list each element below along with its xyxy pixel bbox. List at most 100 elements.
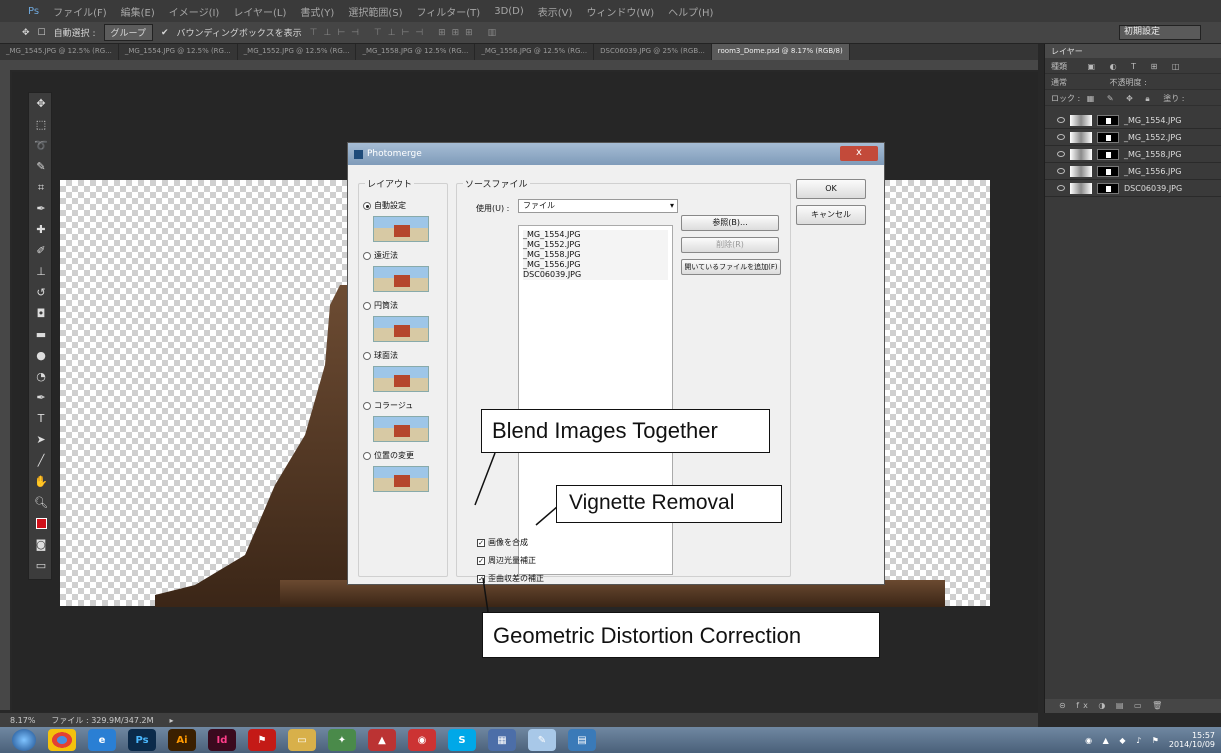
illustrator-app-icon[interactable]: Ai: [168, 729, 196, 751]
gradient-icon[interactable]: ▬: [29, 324, 53, 345]
explorer-icon[interactable]: ▭: [288, 729, 316, 751]
distortion-correction-checkbox[interactable]: ✓ 歪曲収差の補正: [477, 573, 544, 584]
layer-mask-thumbnail[interactable]: [1097, 165, 1119, 177]
remove-button[interactable]: 削除(R): [681, 237, 779, 253]
dodge-tool-icon[interactable]: ◔: [29, 366, 53, 387]
doc-tab[interactable]: DSC06039.JPG @ 25% (RGB...: [594, 44, 712, 60]
layer-row[interactable]: _MG_1558.JPG: [1045, 146, 1221, 163]
visibility-eye-icon[interactable]: [1057, 151, 1065, 157]
use-dropdown[interactable]: ファイル: [518, 199, 678, 213]
radio-icon[interactable]: [363, 451, 371, 460]
bbox-checkbox[interactable]: ✔: [161, 28, 169, 38]
dialog-titlebar[interactable]: Photomerge x: [348, 143, 884, 165]
radio-icon[interactable]: [363, 351, 371, 360]
visibility-eye-icon[interactable]: [1057, 117, 1065, 123]
quick-select-icon[interactable]: ✎: [29, 156, 53, 177]
layout-collage-preview[interactable]: [373, 416, 429, 442]
kind-filter[interactable]: 種類: [1051, 62, 1067, 71]
visibility-eye-icon[interactable]: [1057, 185, 1065, 191]
auto-select-dropdown[interactable]: グループ: [103, 24, 153, 41]
blur-tool-icon[interactable]: ●: [29, 345, 53, 366]
screen-mode-icon[interactable]: ▭: [29, 555, 53, 576]
layer-mask-thumbnail[interactable]: [1097, 182, 1119, 194]
menu-item[interactable]: ヘルプ(H): [668, 4, 713, 19]
doc-tab[interactable]: _MG_1552.JPG @ 12.5% (RG...: [238, 44, 357, 60]
quick-mask-icon[interactable]: ◙: [29, 534, 53, 555]
layout-perspective-preview[interactable]: [373, 266, 429, 292]
hand-tool-icon[interactable]: ✋: [29, 471, 53, 492]
visibility-eye-icon[interactable]: [1057, 168, 1065, 174]
radio-icon[interactable]: [363, 301, 371, 310]
ok-button[interactable]: OK: [796, 179, 866, 199]
vignette-removal-checkbox[interactable]: ✓ 周辺光量補正: [477, 555, 536, 566]
stamp-tool-icon[interactable]: ⊥: [29, 261, 53, 282]
layout-reposition-radio[interactable]: 位置の変更: [363, 450, 414, 461]
menu-item[interactable]: 表示(V): [538, 4, 573, 19]
zoom-level[interactable]: 8.17%: [10, 716, 35, 725]
doc-tab-active[interactable]: room3_Dome.psd @ 8.17% (RGB/8): [711, 44, 850, 60]
add-open-files-button[interactable]: 開いているファイルを追加(F): [681, 259, 781, 275]
menu-item[interactable]: ファイル(F): [53, 4, 107, 19]
layout-collage-radio[interactable]: コラージュ: [363, 400, 413, 411]
blend-mode[interactable]: 通常: [1051, 78, 1067, 87]
menu-item[interactable]: 3D(D): [494, 6, 524, 17]
paint-icon[interactable]: ✎: [528, 729, 556, 751]
brush-tool-icon[interactable]: ✐: [29, 240, 53, 261]
filter-icons[interactable]: ▣ ◐ T ⊞ ◫: [1088, 62, 1186, 71]
history-brush-icon[interactable]: ↺: [29, 282, 53, 303]
doc-tab[interactable]: _MG_1545.JPG @ 12.5% (RG...: [0, 44, 119, 60]
workspace-dropdown[interactable]: 初期設定: [1119, 25, 1201, 40]
indesign-app-icon[interactable]: Id: [208, 729, 236, 751]
file-list-item[interactable]: _MG_1552.JPG: [523, 240, 668, 250]
pen-tool-icon[interactable]: ✒: [29, 387, 53, 408]
radio-icon[interactable]: [363, 401, 371, 410]
file-list-item[interactable]: _MG_1558.JPG: [523, 250, 668, 260]
app-icon[interactable]: ◉: [408, 729, 436, 751]
app-icon[interactable]: ✦: [328, 729, 356, 751]
align-icons[interactable]: ⊤⊥⊢⊣ ⊤⊥⊢⊣ ⊞⊞⊞ ▥: [310, 28, 502, 38]
checkbox-checked-icon[interactable]: ✓: [477, 574, 485, 583]
layers-panel-title[interactable]: レイヤー: [1045, 44, 1221, 58]
layout-reposition-preview[interactable]: [373, 466, 429, 492]
doc-tab[interactable]: _MG_1556.JPG @ 12.5% (RG...: [475, 44, 595, 60]
layer-mask-thumbnail[interactable]: [1097, 114, 1119, 126]
checkbox-checked-icon[interactable]: ✓: [477, 538, 485, 547]
file-list-item[interactable]: DSC06039.JPG: [523, 270, 668, 280]
menu-item[interactable]: 選択範囲(S): [348, 4, 402, 19]
type-tool-icon[interactable]: T: [29, 408, 53, 429]
crop-tool-icon[interactable]: ⌗: [29, 177, 53, 198]
layer-row[interactable]: DSC06039.JPG: [1045, 180, 1221, 197]
layer-mask-thumbnail[interactable]: [1097, 148, 1119, 160]
path-select-icon[interactable]: ➤: [29, 429, 53, 450]
eraser-icon[interactable]: ◘: [29, 303, 53, 324]
ie-icon[interactable]: e: [88, 729, 116, 751]
zoom-tool-icon[interactable]: 🔍︎: [29, 492, 53, 513]
layout-perspective-radio[interactable]: 遠近法: [363, 250, 398, 261]
auto-select-checkbox[interactable]: ☐: [38, 28, 46, 38]
visibility-eye-icon[interactable]: [1057, 134, 1065, 140]
clock[interactable]: 15:57 2014/10/09: [1169, 731, 1215, 749]
photoshop-app-icon[interactable]: Ps: [128, 729, 156, 751]
menu-item[interactable]: イメージ(I): [169, 4, 220, 19]
shape-tool-icon[interactable]: ╱: [29, 450, 53, 471]
layout-spherical-preview[interactable]: [373, 366, 429, 392]
layout-auto-preview[interactable]: [373, 216, 429, 242]
doc-tab[interactable]: _MG_1554.JPG @ 12.5% (RG...: [119, 44, 238, 60]
chrome-icon[interactable]: [48, 729, 76, 751]
healing-brush-icon[interactable]: ✚: [29, 219, 53, 240]
menu-item[interactable]: レイヤー(L): [233, 4, 286, 19]
menu-item[interactable]: 書式(Y): [300, 4, 334, 19]
start-button-icon[interactable]: [12, 729, 36, 751]
layout-auto-radio[interactable]: 自動設定: [363, 200, 406, 211]
close-button[interactable]: x: [840, 146, 878, 161]
doc-tab[interactable]: _MG_1558.JPG @ 12.5% (RG...: [356, 44, 476, 60]
browse-button[interactable]: 参照(B)...: [681, 215, 779, 231]
tray-icons[interactable]: ◉ ▲ ◆ ♪ ⚑: [1085, 736, 1163, 745]
radio-icon[interactable]: [363, 251, 371, 260]
layout-spherical-radio[interactable]: 球面法: [363, 350, 398, 361]
ps-logo[interactable]: Ps: [28, 6, 39, 17]
app-icon[interactable]: ▤: [568, 729, 596, 751]
acrobat-icon[interactable]: ⚑: [248, 729, 276, 751]
layout-cylindrical-preview[interactable]: [373, 316, 429, 342]
lock-icons[interactable]: ▦ ✎ ✥ 🔒︎: [1087, 94, 1155, 103]
